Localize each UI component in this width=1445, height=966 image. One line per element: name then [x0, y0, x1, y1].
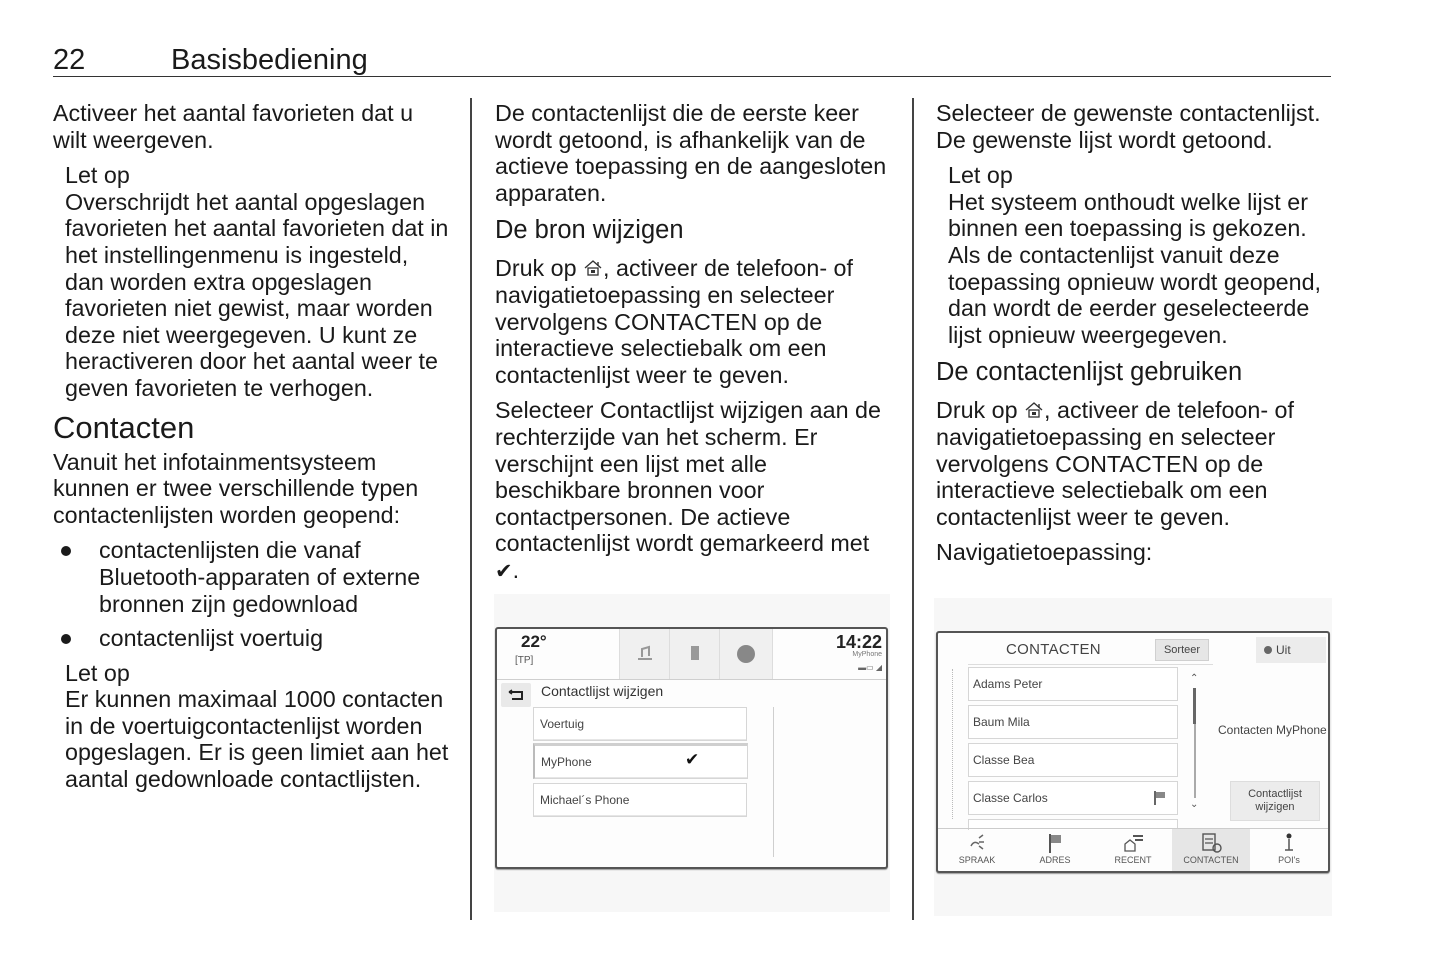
poi-icon: [1285, 833, 1293, 851]
scrollbar-thumb[interactable]: [1193, 688, 1196, 724]
voice-icon: [970, 834, 984, 850]
note: Let op Er kunnen maximaal 1000 contacten…: [65, 660, 453, 793]
note-heading: Let op: [948, 162, 1013, 189]
note: Let op Het systeem onthoudt welke lijst …: [948, 162, 1336, 348]
section-heading: De bron wijzigen: [495, 216, 684, 245]
screenshot-contacts-list: CONTACTEN Sorteer Uit Adams Peter Baum M…: [934, 598, 1332, 916]
paragraph: Activeer het aantal favorieten dat u wil…: [53, 100, 414, 153]
phone-tab[interactable]: [669, 629, 720, 679]
bullet-icon: [61, 634, 71, 645]
column-2: De contactenlijst die de eerste keer wor…: [495, 100, 895, 595]
paragraph: Druk op , activeer de telefoon- of navig…: [936, 397, 1294, 530]
flag-icon: [1049, 834, 1061, 853]
section-heading: De contactenlijst gebruiken: [936, 358, 1243, 387]
contacts-icon: [1202, 833, 1222, 853]
section-heading: Contacten: [53, 409, 195, 445]
contact-source-label: Contacten MyPhone: [1218, 723, 1327, 737]
screen-title: Contactlijst wijzigen: [541, 683, 664, 699]
nav-item-recent[interactable]: RECENT: [1094, 829, 1172, 871]
bullet-item: contactenlijst voertuig: [53, 625, 453, 652]
status-bar: 22° [TP] 14:22 MyPhone ▬▭ ◢: [497, 629, 886, 680]
battery-signal-icon: ▬▭ ◢: [858, 663, 882, 672]
source-item[interactable]: Michael´s Phone: [533, 783, 747, 817]
screen-title: CONTACTEN: [1006, 641, 1101, 658]
nav-item-contacten[interactable]: CONTACTEN: [1172, 829, 1250, 871]
note-text: Overschrijdt het aantal opgeslagen favor…: [65, 188, 449, 401]
paragraph: Selecteer Contactlijst wijzigen aan de r…: [495, 397, 881, 583]
flag-icon: [1154, 791, 1165, 805]
paragraph: Selecteer de gewenste contactenlijst. De…: [936, 100, 1321, 153]
paragraph: Vanuit het infotainmentsysteem kunnen er…: [53, 448, 419, 528]
temperature: 22°: [521, 632, 547, 651]
phone-icon: [691, 646, 699, 660]
column-3: Selecteer de gewenste contactenlijst. De…: [936, 100, 1336, 575]
bullet-icon: [61, 546, 71, 557]
page-number: 22: [53, 44, 86, 76]
source-item-selected[interactable]: MyPhone ✔: [533, 743, 748, 779]
page-header: 22 Basisbediening: [53, 40, 1331, 77]
divider: [773, 707, 774, 857]
contact-item[interactable]: Adams Peter: [968, 667, 1178, 701]
sort-button[interactable]: Sorteer: [1155, 639, 1209, 661]
note: Let op Overschrijdt het aantal opgeslage…: [65, 162, 453, 401]
note-heading: Let op: [65, 162, 130, 189]
column-divider: [470, 98, 472, 920]
column-1: Activeer het aantal favorieten dat u wil…: [53, 100, 453, 802]
clock: 14:22: [835, 632, 882, 652]
bullet-item: contactenlijsten die vanaf Bluetooth-app…: [53, 537, 453, 617]
keyword-contacten: CONTACTEN: [1055, 450, 1199, 477]
bullet-list: contactenlijsten die vanaf Bluetooth-app…: [53, 537, 453, 651]
note-text: Het systeem onthoudt welke lijst er binn…: [948, 188, 1322, 348]
page-title: Basisbediening: [171, 44, 368, 76]
infotainment-screen: 22° [TP] 14:22 MyPhone ▬▭ ◢ Contactlijst…: [495, 627, 888, 869]
keyword-contacten: CONTACTEN: [614, 308, 758, 335]
check-icon: ✔: [495, 559, 513, 583]
audio-tab[interactable]: [619, 629, 670, 679]
contact-item[interactable]: Baum Mila: [968, 705, 1178, 739]
compass-icon: [737, 645, 755, 663]
contact-item[interactable]: Classe Carlos: [968, 781, 1178, 815]
alphabet-index[interactable]: [952, 669, 959, 819]
check-icon: ✔: [685, 750, 700, 769]
scroll-up-icon[interactable]: ⌃: [1190, 673, 1198, 684]
paragraph: Druk op , activeer de telefoon- of navig…: [495, 255, 853, 388]
change-contact-list-button[interactable]: Contactlijst wijzigen: [1230, 781, 1320, 821]
power-icon: [1264, 646, 1272, 654]
note-heading: Let op: [65, 659, 130, 686]
paragraph: Navigatietoepassing:: [936, 539, 1153, 566]
off-button[interactable]: Uit: [1256, 637, 1326, 663]
recent-icon: [1124, 835, 1143, 852]
home-icon: [1025, 402, 1043, 418]
interactive-selection-bar: SPRAAK ADRES RECENT CONTACTEN POI's: [938, 828, 1328, 871]
music-icon: [638, 645, 652, 660]
nav-tab[interactable]: [719, 629, 772, 679]
traffic-program: [TP]: [515, 655, 534, 666]
back-arrow-icon: [508, 689, 523, 700]
source-item[interactable]: Voertuig: [533, 707, 747, 741]
infotainment-screen: CONTACTEN Sorteer Uit Adams Peter Baum M…: [936, 631, 1330, 873]
nav-item-spraak[interactable]: SPRAAK: [938, 829, 1016, 871]
nav-item-pois[interactable]: POI's: [1250, 829, 1328, 871]
paragraph: De contactenlijst die de eerste keer wor…: [495, 100, 887, 206]
keyword-contactlijst-wijzigen: Contactlijst wijzigen: [599, 397, 804, 424]
scroll-down-icon[interactable]: ⌄: [1190, 799, 1198, 810]
screenshot-contact-source: 22° [TP] 14:22 MyPhone ▬▭ ◢ Contactlijst…: [494, 594, 890, 912]
home-icon: [584, 260, 602, 277]
phone-name: MyPhone: [852, 651, 882, 658]
column-divider: [912, 98, 914, 920]
back-button[interactable]: [501, 683, 531, 707]
contact-item[interactable]: Classe Bea: [968, 743, 1178, 777]
nav-item-adres[interactable]: ADRES: [1016, 829, 1094, 871]
note-text: Er kunnen maximaal 1000 contacten in de …: [65, 686, 449, 793]
